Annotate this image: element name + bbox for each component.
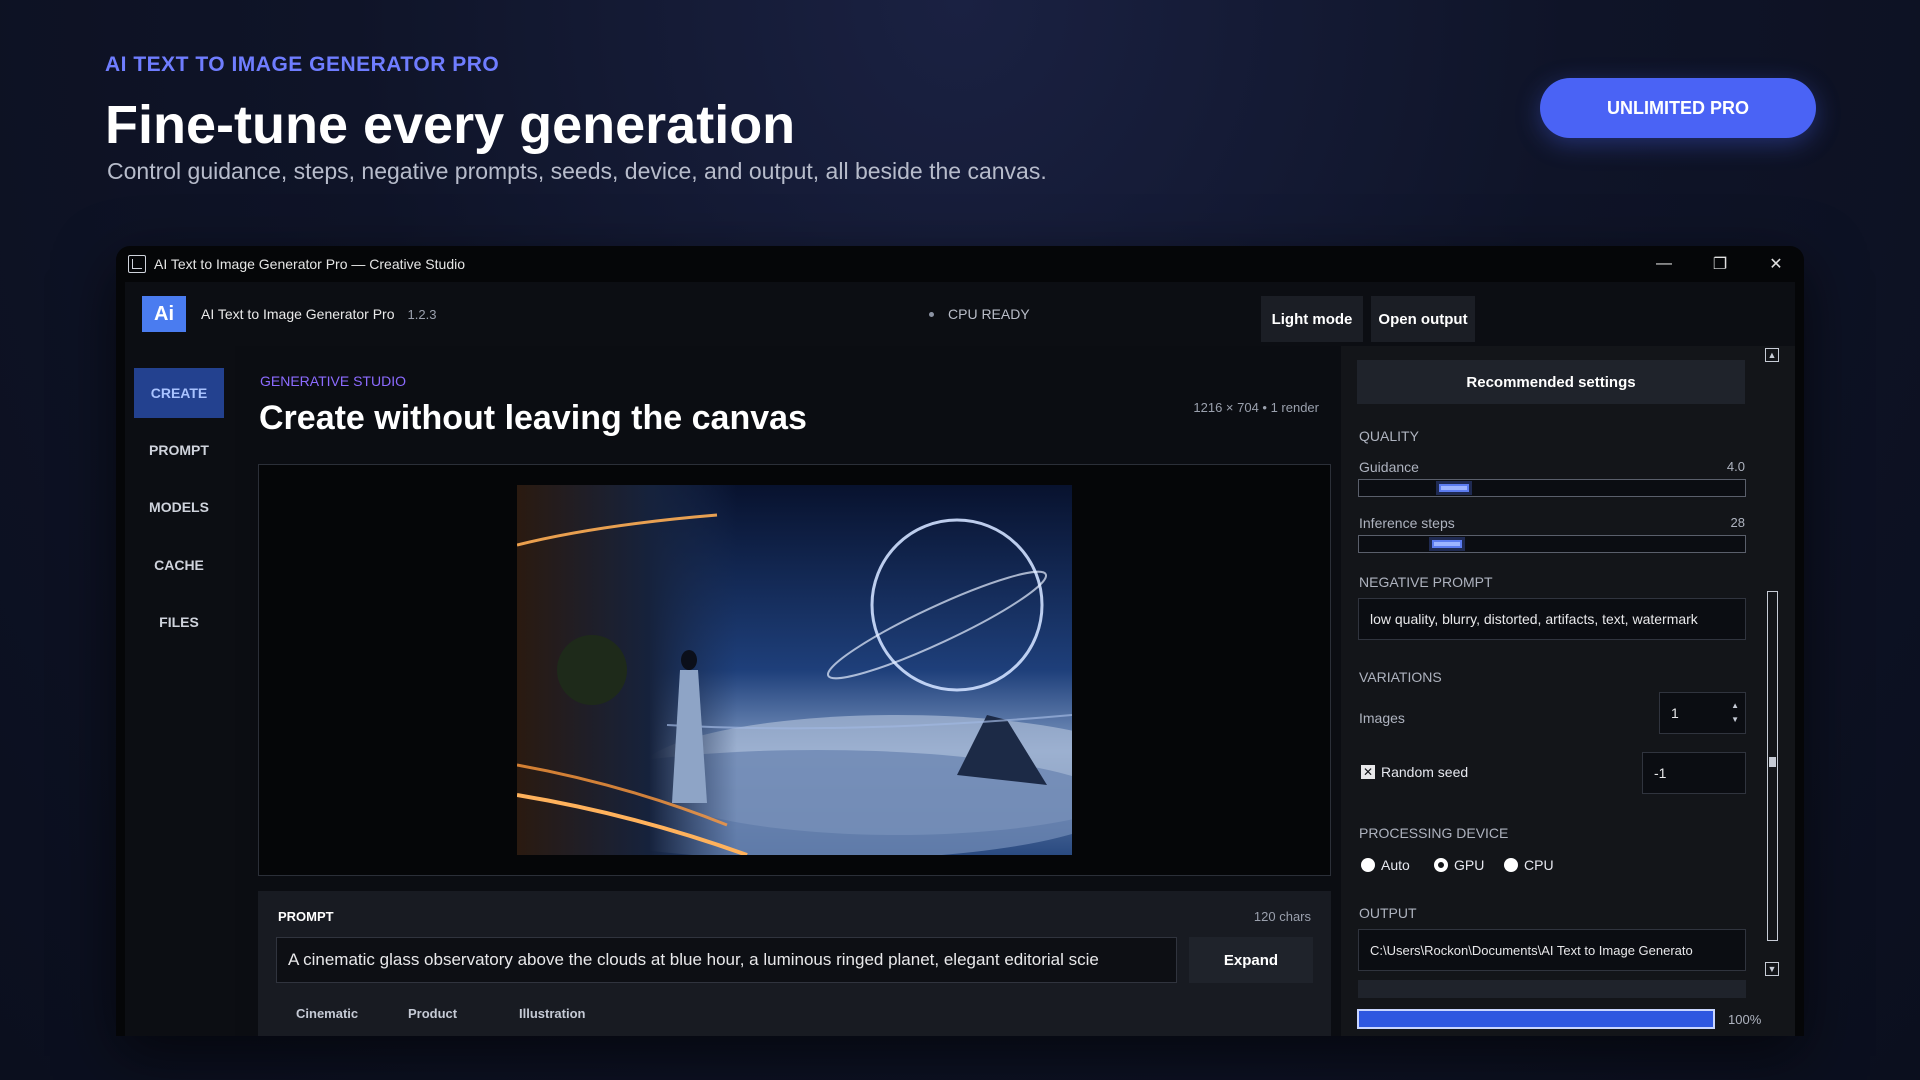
image-canvas <box>258 464 1331 876</box>
images-stepper[interactable]: 1 ▲ ▼ <box>1659 692 1746 734</box>
guidance-label: Guidance <box>1359 459 1419 475</box>
render-meta: 1216 × 704 • 1 render <box>1193 400 1319 415</box>
images-value: 1 <box>1671 705 1679 721</box>
sidebar-item-models[interactable]: MODELS <box>134 482 224 532</box>
device-label-cpu: CPU <box>1524 857 1554 873</box>
recommended-settings-button[interactable]: Recommended settings <box>1357 360 1745 404</box>
light-mode-button[interactable]: Light mode <box>1261 296 1363 342</box>
preset-chip-product[interactable]: Product <box>408 1006 457 1021</box>
restore-icon[interactable]: ❐ <box>1692 246 1748 282</box>
settings-panel: Recommended settings QUALITY Guidance 4.… <box>1341 346 1795 1036</box>
seed-input[interactable]: -1 <box>1642 752 1746 794</box>
preset-chip-illustration[interactable]: Illustration <box>519 1006 585 1021</box>
progress-bar <box>1357 1009 1715 1029</box>
steps-label: Inference steps <box>1359 515 1455 531</box>
device-radio-auto[interactable] <box>1361 858 1375 872</box>
random-seed-checkbox[interactable]: ✕ <box>1361 765 1375 779</box>
device-label-auto: Auto <box>1381 857 1410 873</box>
minimize-icon[interactable]: — <box>1636 246 1692 282</box>
device-label-gpu: GPU <box>1454 857 1485 873</box>
prompt-label: PROMPT <box>278 909 334 924</box>
negative-prompt-input[interactable]: low quality, blurry, distorted, artifact… <box>1358 598 1746 640</box>
app-window-icon <box>128 255 146 273</box>
hero-eyebrow: AI TEXT TO IMAGE GENERATOR PRO <box>105 53 500 76</box>
negative-prompt-header: NEGATIVE PROMPT <box>1359 574 1493 590</box>
scroll-down-icon[interactable]: ▼ <box>1765 962 1779 976</box>
sidebar-item-create[interactable]: CREATE <box>134 368 224 418</box>
guidance-slider-thumb[interactable] <box>1436 481 1472 495</box>
window-title: AI Text to Image Generator Pro — Creativ… <box>154 256 466 272</box>
steps-value: 28 <box>1730 515 1745 530</box>
status-indicator: CPU READY <box>929 282 1030 346</box>
unlimited-pro-button[interactable]: UNLIMITED PRO <box>1540 78 1816 138</box>
stepper-arrows-icon[interactable]: ▲ ▼ <box>1731 699 1739 727</box>
sidebar-item-cache[interactable]: CACHE <box>134 540 224 590</box>
app-version: 1.2.3 <box>407 306 437 322</box>
prompt-panel: PROMPT 120 chars A cinematic glass obser… <box>258 891 1331 1036</box>
preset-chip-cinematic[interactable]: Cinematic <box>296 1006 358 1021</box>
open-output-button[interactable]: Open output <box>1371 296 1475 342</box>
scrollbar-thumb[interactable] <box>1769 757 1776 767</box>
prompt-input[interactable]: A cinematic glass observatory above the … <box>276 937 1177 983</box>
hero-title: Fine-tune every generation <box>105 95 796 155</box>
status-text: CPU READY <box>948 306 1030 322</box>
output-path-input[interactable]: C:\Users\Rockon\Documents\AI Text to Ima… <box>1358 929 1746 971</box>
app-name: AI Text to Image Generator Pro <box>201 306 395 322</box>
generated-image[interactable] <box>517 485 1072 855</box>
random-seed-label: Random seed <box>1381 764 1469 780</box>
variations-header: VARIATIONS <box>1359 669 1442 685</box>
hero-subtitle: Control guidance, steps, negative prompt… <box>107 158 1047 184</box>
progress-label: 100% <box>1728 1012 1762 1027</box>
images-label: Images <box>1359 710 1405 726</box>
app-window: AI Text to Image Generator Pro — Creativ… <box>116 246 1804 1036</box>
guidance-value: 4.0 <box>1726 459 1745 474</box>
expand-button[interactable]: Expand <box>1189 937 1313 983</box>
quality-header: QUALITY <box>1359 428 1419 444</box>
sidebar: CREATE PROMPT MODELS CACHE FILES <box>125 346 235 1036</box>
device-radio-gpu[interactable] <box>1434 858 1448 872</box>
scroll-up-icon[interactable]: ▲ <box>1765 348 1779 362</box>
app-header: Ai AI Text to Image Generator Pro 1.2.3 … <box>125 282 1795 346</box>
sidebar-item-prompt[interactable]: PROMPT <box>134 425 224 475</box>
steps-slider-thumb[interactable] <box>1429 537 1465 551</box>
choose-folder-button[interactable] <box>1358 980 1746 998</box>
output-header: OUTPUT <box>1359 905 1417 921</box>
status-dot-icon <box>929 311 934 317</box>
sidebar-item-files[interactable]: FILES <box>134 597 224 647</box>
app-logo: Ai <box>142 296 186 332</box>
prompt-char-count: 120 chars <box>1253 909 1311 924</box>
steps-slider[interactable] <box>1358 535 1746 553</box>
guidance-slider[interactable] <box>1358 479 1746 497</box>
processing-device-header: PROCESSING DEVICE <box>1359 825 1509 841</box>
close-icon[interactable]: ✕ <box>1748 246 1804 282</box>
device-radio-cpu[interactable] <box>1504 858 1518 872</box>
window-titlebar: AI Text to Image Generator Pro — Creativ… <box>116 246 1804 282</box>
main-panel: GENERATIVE STUDIO Create without leaving… <box>235 346 1341 1036</box>
studio-eyebrow: GENERATIVE STUDIO <box>260 373 406 389</box>
scrollbar-track[interactable] <box>1767 591 1778 941</box>
page-title: Create without leaving the canvas <box>259 399 807 437</box>
